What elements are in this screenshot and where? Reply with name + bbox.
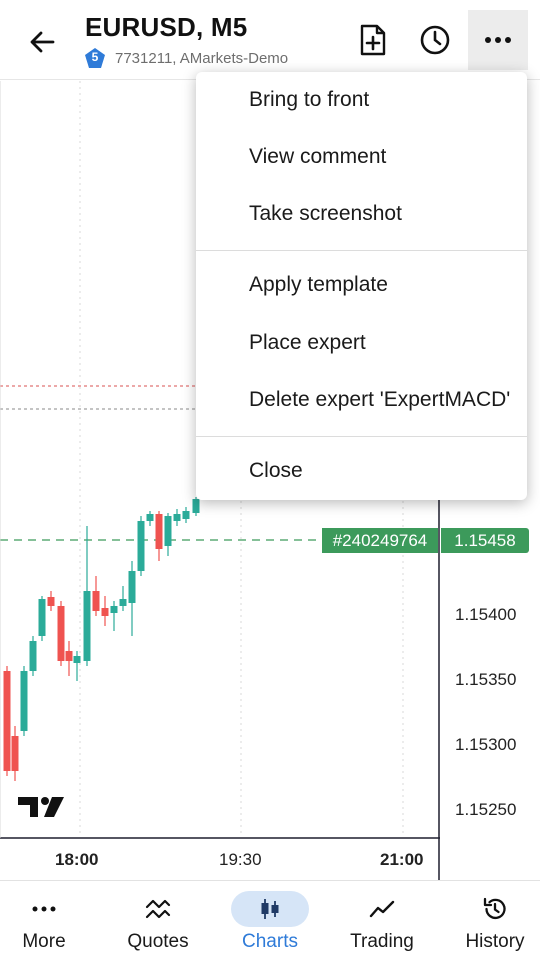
account-info: 5 7731211, AMarkets-Demo xyxy=(84,47,288,69)
candle-body xyxy=(182,511,190,519)
more-dots-icon xyxy=(485,37,511,43)
tradingview-logo xyxy=(18,797,64,817)
menu-item-bring-to-front[interactable]: Bring to front xyxy=(196,72,527,128)
candles-icon xyxy=(231,891,309,927)
candle-body xyxy=(155,514,163,549)
nav-item-charts[interactable]: Charts xyxy=(216,881,324,975)
candle-body xyxy=(192,499,200,513)
arrow-left-icon xyxy=(30,31,55,53)
candle-body xyxy=(101,608,109,616)
history-button[interactable] xyxy=(415,20,455,60)
nav-label: More xyxy=(22,931,66,952)
time-label: 19:30 xyxy=(219,850,262,869)
candle-body xyxy=(119,599,127,606)
menu-divider xyxy=(196,436,527,437)
candle-body xyxy=(110,606,118,613)
candle-body xyxy=(29,641,37,671)
candle-body xyxy=(57,606,65,661)
account-label: 7731211, AMarkets-Demo xyxy=(115,49,289,67)
candle-body xyxy=(73,656,81,663)
back-button[interactable] xyxy=(22,22,62,62)
new-order-button[interactable] xyxy=(353,20,393,60)
candle-body xyxy=(164,516,172,546)
bottom-navigation: More Quotes Charts Trading History xyxy=(0,880,540,975)
candle-body xyxy=(173,514,181,521)
nav-label: Charts xyxy=(242,931,298,952)
menu-item-place-expert[interactable]: Place expert xyxy=(196,315,527,371)
candle-body xyxy=(3,671,11,771)
price-label: 1.15250 xyxy=(455,800,517,819)
history-icon xyxy=(470,891,520,927)
quotes-icon xyxy=(133,891,183,927)
toolbar: EURUSD, M5 5 7731211, AMarkets-Demo xyxy=(0,0,540,80)
menu-divider xyxy=(196,250,527,251)
candle-body xyxy=(83,591,91,661)
candle-body xyxy=(47,597,55,606)
nav-item-more[interactable]: More xyxy=(0,881,98,975)
candle-body xyxy=(146,514,154,521)
clock-icon xyxy=(420,25,450,55)
candle-body xyxy=(92,591,100,611)
trend-icon xyxy=(357,891,407,927)
page-title: EURUSD, M5 xyxy=(85,12,248,42)
candle-body xyxy=(137,521,145,571)
price-label: 1.15350 xyxy=(455,670,517,689)
time-label: 21:00 xyxy=(380,850,424,869)
price-label: 1.15300 xyxy=(455,735,517,754)
candle-body xyxy=(65,651,73,661)
candle-body xyxy=(38,599,46,636)
account-badge: 5 xyxy=(84,47,106,69)
more-menu-button[interactable] xyxy=(468,10,528,70)
nav-label: History xyxy=(465,931,525,952)
time-label: 18:00 xyxy=(55,850,99,869)
menu-item-delete-expert[interactable]: Delete expert 'ExpertMACD' xyxy=(196,372,527,428)
nav-item-history[interactable]: History xyxy=(441,881,540,975)
nav-item-trading[interactable]: Trading xyxy=(328,881,436,975)
order-ticket-tag[interactable]: #240249764 xyxy=(322,528,438,553)
nav-item-quotes[interactable]: Quotes xyxy=(104,881,212,975)
menu-item-take-screenshot[interactable]: Take screenshot xyxy=(196,186,527,242)
dots-icon xyxy=(19,891,69,927)
price-label: 1.15400 xyxy=(455,605,517,624)
candle-body xyxy=(20,671,28,731)
badge-number: 5 xyxy=(91,50,99,64)
file-plus-icon xyxy=(360,24,386,56)
nav-label: Quotes xyxy=(127,931,189,952)
menu-item-view-comment[interactable]: View comment xyxy=(196,129,527,185)
current-price-tag: 1.15458 xyxy=(441,528,529,553)
menu-item-close[interactable]: Close xyxy=(196,443,527,499)
chart-context-menu: Bring to front View comment Take screens… xyxy=(196,72,527,500)
candle-body xyxy=(128,571,136,603)
nav-label: Trading xyxy=(350,931,414,952)
candle-body xyxy=(11,736,19,771)
menu-item-apply-template[interactable]: Apply template xyxy=(196,257,527,313)
